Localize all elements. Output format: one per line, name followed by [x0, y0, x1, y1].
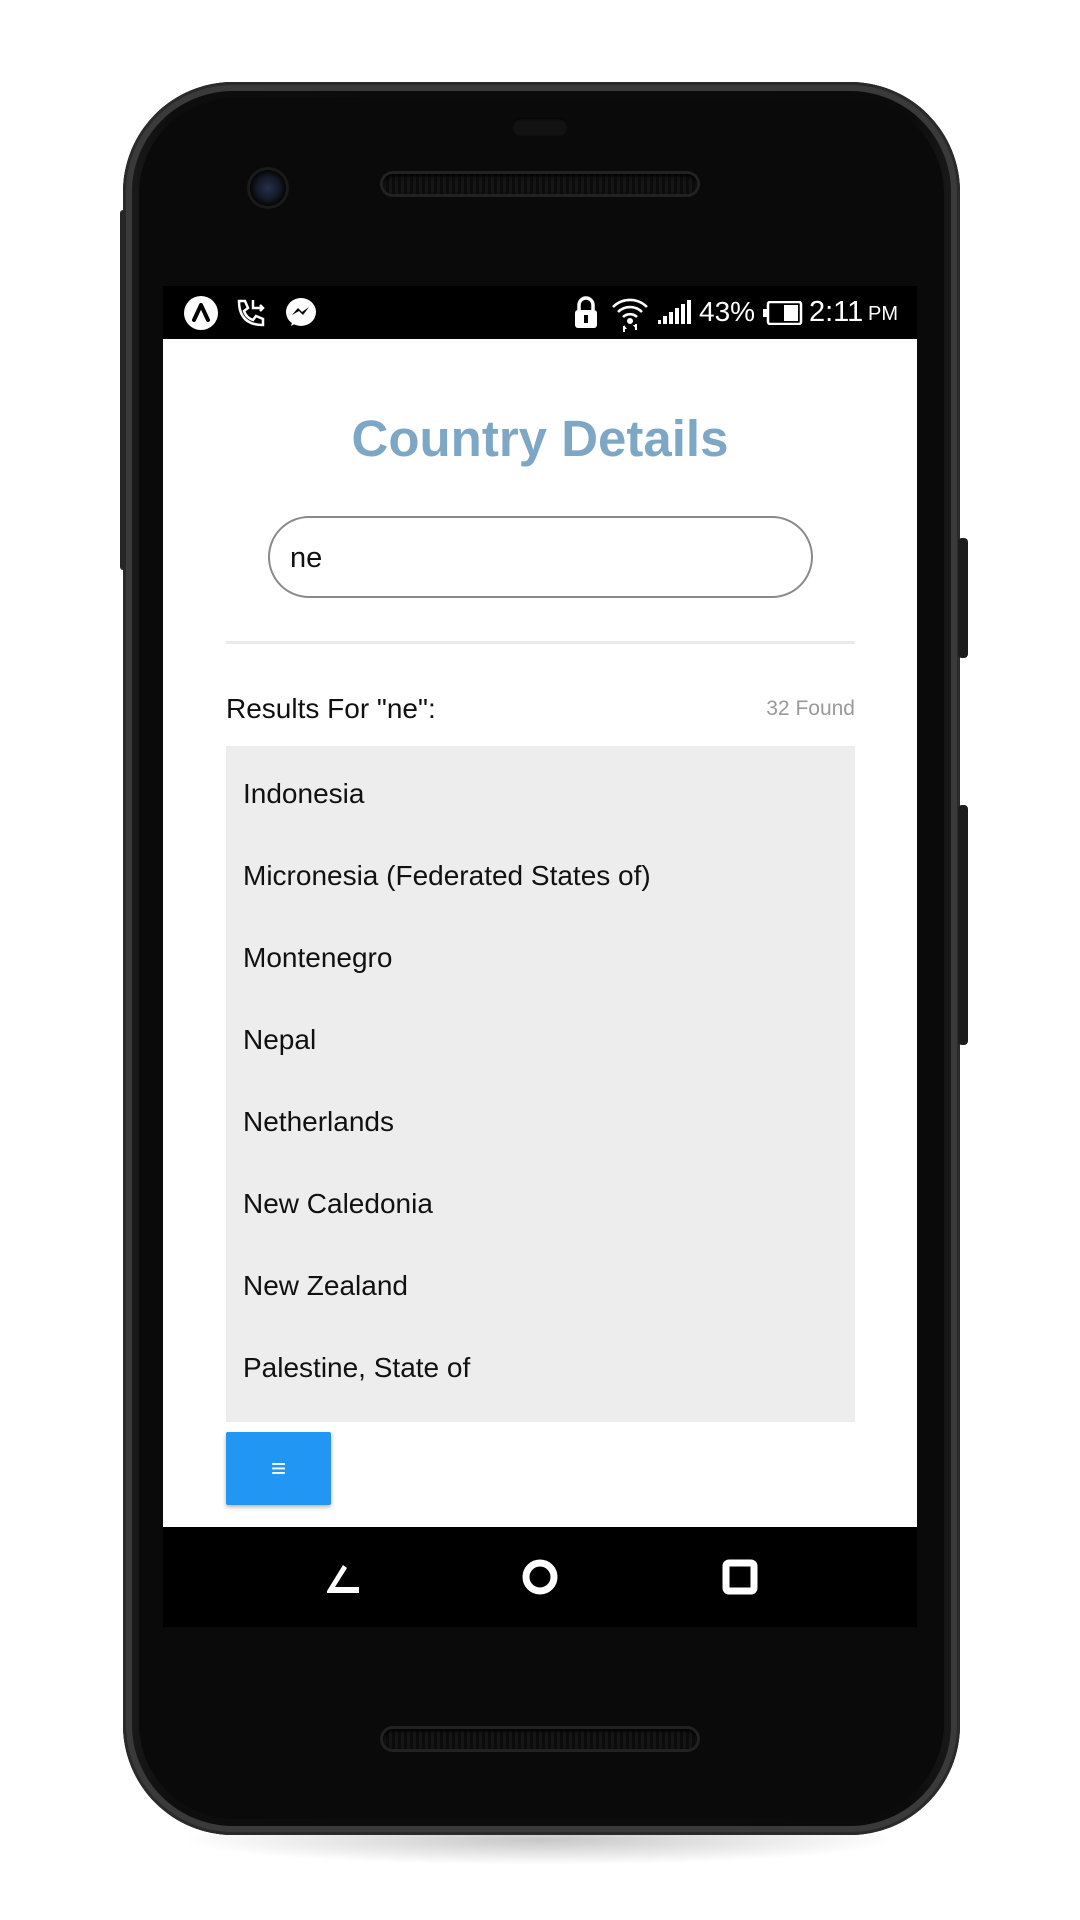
- messenger-icon: [283, 295, 319, 336]
- list-item[interactable]: Indonesia: [243, 778, 364, 810]
- lock-icon: [573, 295, 599, 336]
- recents-icon[interactable]: [720, 1557, 760, 1597]
- call-forward-icon: [233, 295, 269, 336]
- list-item[interactable]: Netherlands: [243, 1106, 394, 1138]
- left-side-trim: [120, 210, 126, 570]
- bottom-speaker: [383, 1729, 697, 1749]
- search-input[interactable]: [288, 518, 792, 598]
- divider: [226, 641, 855, 644]
- search-field[interactable]: [268, 516, 813, 598]
- list-item[interactable]: New Zealand: [243, 1270, 408, 1302]
- home-icon[interactable]: [520, 1557, 560, 1597]
- list-item[interactable]: New Caledonia: [243, 1188, 433, 1220]
- navigation-bar: [163, 1527, 917, 1627]
- proximity-sensor: [512, 118, 568, 136]
- volume-button: [958, 805, 968, 1045]
- back-icon[interactable]: [323, 1557, 363, 1597]
- battery-icon: [763, 300, 803, 330]
- country-list[interactable]: Indonesia Micronesia (Federated States o…: [226, 746, 855, 1422]
- clock-time: 2:11: [809, 296, 864, 328]
- wifi-icon: [611, 295, 649, 338]
- front-camera: [250, 170, 286, 206]
- list-item[interactable]: Palestine, State of: [243, 1352, 470, 1384]
- menu-button[interactable]: ≡: [226, 1432, 331, 1505]
- clock-ampm: PM: [868, 303, 898, 325]
- phone-screen: 43% 2:11 PM Country Details Results For …: [163, 286, 917, 1627]
- results-count: 32 Found: [766, 697, 855, 720]
- list-item[interactable]: Nepal: [243, 1024, 316, 1056]
- list-item[interactable]: Micronesia (Federated States of): [243, 860, 651, 892]
- status-bar: 43% 2:11 PM: [163, 286, 917, 339]
- signal-icon: [658, 300, 692, 331]
- earpiece-speaker: [383, 174, 697, 194]
- page-title: Country Details: [351, 410, 729, 467]
- app-logo-icon: [183, 295, 219, 336]
- app-content: Country Details Results For "ne": 32 Fou…: [163, 339, 917, 1527]
- battery-percentage: 43%: [699, 296, 756, 327]
- list-item[interactable]: Montenegro: [243, 942, 392, 974]
- results-label: Results For "ne":: [226, 693, 436, 724]
- power-button: [958, 538, 968, 658]
